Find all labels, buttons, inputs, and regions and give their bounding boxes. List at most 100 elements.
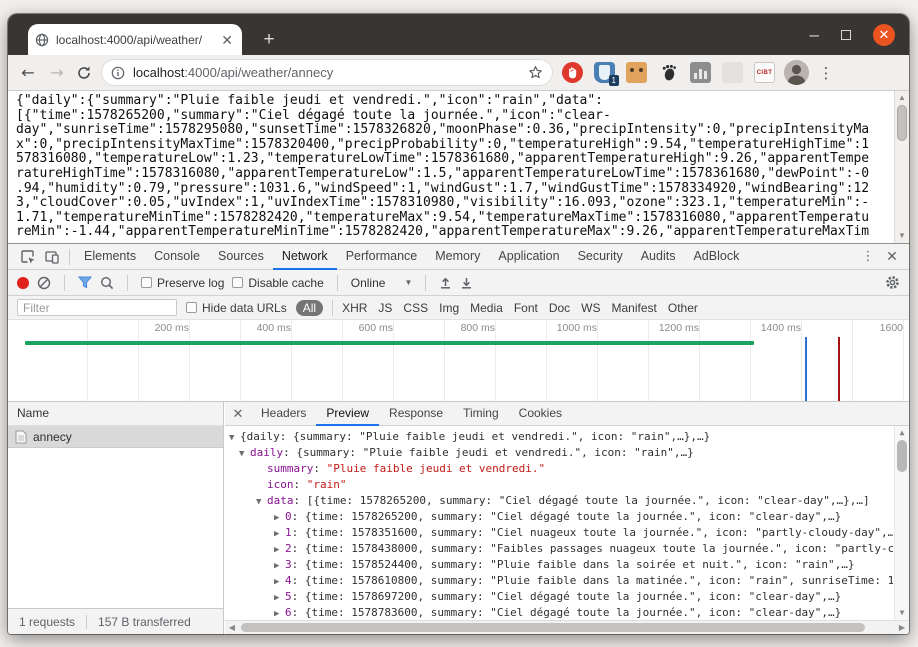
tree-row[interactable]: ▶6: {time: 1578783600, summary: "Ciel dé… (225, 605, 893, 620)
detail-tab-headers[interactable]: Headers (251, 402, 316, 426)
tree-row[interactable]: ▶2: {time: 1578438000, summary: "Faibles… (225, 541, 893, 557)
import-har-icon[interactable] (439, 276, 452, 289)
detail-tab-response[interactable]: Response (379, 402, 453, 426)
network-overview-timeline[interactable]: 200 ms 400 ms 600 ms 800 ms 1000 ms 1200… (8, 320, 909, 402)
window-maximize-button[interactable] (841, 30, 851, 40)
scroll-down-icon[interactable]: ▼ (895, 607, 909, 619)
detail-tab-cookies[interactable]: Cookies (509, 402, 572, 426)
devtools-tab-console[interactable]: Console (145, 244, 209, 270)
reload-button[interactable] (76, 65, 92, 81)
network-settings-gear-icon[interactable] (885, 275, 900, 290)
devtools-tab-performance[interactable]: Performance (337, 244, 427, 270)
disclosure-closed-icon[interactable]: ▶ (274, 606, 285, 620)
detail-tab-preview[interactable]: Preview (316, 402, 379, 426)
hide-data-urls-checkbox[interactable]: Hide data URLs (186, 301, 287, 315)
browser-menu-icon[interactable]: ⋮ (818, 64, 834, 82)
filter-type-manifest[interactable]: Manifest (612, 301, 657, 315)
detail-tab-timing[interactable]: Timing (453, 402, 509, 426)
disclosure-closed-icon[interactable]: ▶ (274, 558, 285, 573)
address-bar[interactable]: localhost:4000/api/weather/annecy (101, 59, 553, 86)
devtools-tab-security[interactable]: Security (569, 244, 632, 270)
tree-row[interactable]: ▶0: {time: 1578265200, summary: "Ciel dé… (225, 509, 893, 525)
new-tab-button[interactable]: + (258, 30, 280, 49)
disclosure-closed-icon[interactable]: ▶ (274, 526, 285, 541)
filter-type-font[interactable]: Font (514, 301, 538, 315)
disclosure-closed-icon[interactable]: ▶ (274, 510, 285, 525)
preview-hscroll-thumb[interactable] (241, 623, 865, 632)
devtools-tab-adblock[interactable]: AdBlock (684, 244, 748, 270)
scroll-down-icon[interactable]: ▼ (895, 230, 909, 242)
tree-row[interactable]: ▼daily: {summary: "Pluie faible jeudi et… (225, 445, 893, 461)
clear-network-log-icon[interactable] (37, 276, 51, 290)
devtools-tab-audits[interactable]: Audits (632, 244, 685, 270)
network-filter-input[interactable] (17, 299, 177, 316)
profile-avatar[interactable] (784, 60, 809, 85)
bookmark-star-icon[interactable] (528, 65, 543, 80)
preview-vertical-scrollbar[interactable]: ▲ ▼ (894, 426, 909, 620)
tree-row[interactable]: ▶4: {time: 1578610800, summary: "Pluie f… (225, 573, 893, 589)
disclosure-closed-icon[interactable]: ▶ (274, 542, 285, 557)
name-column-header[interactable]: Name (8, 402, 223, 426)
devtools-tab-sources[interactable]: Sources (209, 244, 273, 270)
disclosure-closed-icon[interactable]: ▶ (274, 590, 285, 605)
window-minimize-button[interactable]: – (810, 30, 819, 40)
devtools-close-icon[interactable]: ✕ (881, 248, 903, 265)
filter-funnel-icon[interactable] (78, 276, 92, 289)
back-button[interactable]: ← (18, 63, 38, 82)
tab-close-icon[interactable]: ✕ (219, 33, 235, 47)
tree-row[interactable]: icon: "rain" (225, 477, 893, 493)
preserve-log-checkbox[interactable]: Preserve log (141, 276, 224, 290)
scroll-right-icon[interactable]: ▶ (895, 621, 909, 634)
filter-type-xhr[interactable]: XHR (342, 301, 367, 315)
page-scroll-thumb[interactable] (897, 105, 907, 141)
device-toolbar-icon[interactable] (40, 247, 64, 267)
preview-scroll-thumb[interactable] (897, 440, 907, 472)
window-close-button[interactable]: ✕ (873, 24, 895, 46)
filter-type-media[interactable]: Media (470, 301, 503, 315)
tree-row[interactable]: ▶3: {time: 1578524400, summary: "Pluie f… (225, 557, 893, 573)
shield-extension-icon[interactable]: 1 (594, 62, 615, 83)
disable-cache-checkbox[interactable]: Disable cache (232, 276, 323, 290)
checkbox-icon[interactable] (141, 277, 152, 288)
disclosure-open-icon[interactable]: ▼ (229, 430, 240, 445)
tree-row[interactable]: ▶1: {time: 1578351600, summary: "Ciel nu… (225, 525, 893, 541)
cibt-extension-icon[interactable]: CIBT (754, 62, 775, 83)
scroll-left-icon[interactable]: ◀ (225, 621, 239, 634)
page-vertical-scrollbar[interactable]: ▲ ▼ (894, 91, 909, 243)
scroll-up-icon[interactable]: ▲ (895, 92, 909, 104)
checkbox-icon[interactable] (186, 302, 197, 313)
json-preview-tree[interactable]: ▼{daily: {summary: "Pluie faible jeudi e… (225, 426, 909, 620)
gnome-foot-icon[interactable] (658, 62, 679, 83)
record-network-log-button[interactable] (17, 277, 29, 289)
disclosure-closed-icon[interactable]: ▶ (274, 574, 285, 589)
adblock-hand-icon[interactable] (562, 62, 583, 83)
devtools-menu-icon[interactable]: ⋮ (857, 249, 879, 264)
request-row-annecy[interactable]: annecy (8, 426, 223, 448)
browser-tab[interactable]: localhost:4000/api/weather/ ✕ (28, 24, 242, 55)
disclosure-open-icon[interactable]: ▼ (256, 494, 267, 509)
search-icon[interactable] (100, 276, 114, 290)
devtools-tab-elements[interactable]: Elements (75, 244, 145, 270)
filter-type-ws[interactable]: WS (581, 301, 600, 315)
tree-row[interactable]: ▼{daily: {summary: "Pluie faible jeudi e… (225, 429, 893, 445)
disabled-extension-icon[interactable] (722, 62, 743, 83)
devtools-tab-application[interactable]: Application (489, 244, 568, 270)
filter-type-js[interactable]: JS (378, 301, 392, 315)
disclosure-open-icon[interactable]: ▼ (239, 446, 250, 461)
filter-type-all[interactable]: All (296, 300, 323, 316)
checkbox-icon[interactable] (232, 277, 243, 288)
devtools-tab-memory[interactable]: Memory (426, 244, 489, 270)
devtools-tab-network[interactable]: Network (273, 244, 337, 270)
close-detail-icon[interactable]: ✕ (225, 406, 251, 422)
tree-row[interactable]: ▶5: {time: 1578697200, summary: "Ciel dé… (225, 589, 893, 605)
tree-row[interactable]: ▼data: [{time: 1578265200, summary: "Cie… (225, 493, 893, 509)
export-har-icon[interactable] (460, 276, 473, 289)
scroll-up-icon[interactable]: ▲ (895, 427, 909, 439)
page-info-icon[interactable] (111, 66, 125, 80)
forward-button[interactable]: → (47, 63, 67, 82)
throttling-dropdown[interactable]: Online ▼ (351, 276, 413, 290)
inspect-element-icon[interactable] (16, 247, 40, 267)
tree-row[interactable]: summary: "Pluie faible jeudi et vendredi… (225, 461, 893, 477)
robot-extension-icon[interactable] (626, 62, 647, 83)
chart-extension-icon[interactable] (690, 62, 711, 83)
